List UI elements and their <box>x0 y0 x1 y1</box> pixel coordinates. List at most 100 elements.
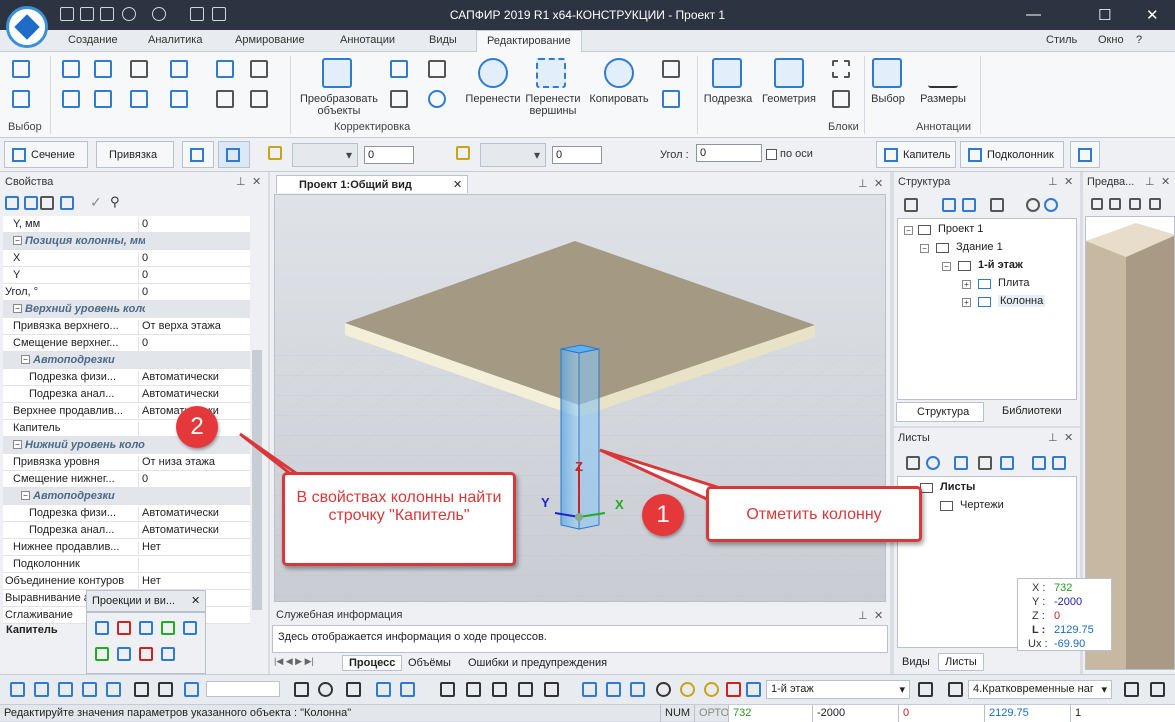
structure-export-icon[interactable] <box>990 198 1004 212</box>
geometry-button[interactable]: Геометрия <box>758 93 820 105</box>
tree-drawings[interactable]: Чертежи <box>960 499 1004 511</box>
section-button[interactable]: Сечение <box>4 141 88 168</box>
property-row[interactable]: Автоподрезки − <box>3 352 250 369</box>
view-1-icon[interactable] <box>440 682 455 697</box>
profile-icon[interactable] <box>390 90 408 108</box>
property-value[interactable]: Автоматически <box>138 507 219 522</box>
collapse-toggle[interactable]: − <box>13 304 22 313</box>
proj-back-icon[interactable] <box>139 621 153 635</box>
tab-editing[interactable]: Редактирование <box>476 30 582 52</box>
property-value[interactable]: Автоматически <box>138 388 219 403</box>
load-case-dropdown[interactable]: 4.Кратковременные наг ▾ <box>968 680 1112 699</box>
pencil-icon[interactable] <box>428 60 446 78</box>
proj-bottom-icon[interactable] <box>117 647 131 661</box>
maximize-button[interactable]: ☐ <box>1098 6 1111 24</box>
property-row[interactable]: Позиция колонны, мм − <box>3 233 250 250</box>
proj-section-icon[interactable] <box>139 647 153 661</box>
track-b-icon[interactable] <box>400 682 415 697</box>
property-row[interactable]: Подрезка анал... Автоматически <box>3 522 250 539</box>
style-menu[interactable]: Стиль <box>1046 34 1077 46</box>
sheets-refresh-icon[interactable] <box>926 456 940 470</box>
search-icon[interactable]: ⚲ <box>110 194 120 210</box>
view-4-icon[interactable] <box>518 682 533 697</box>
structure-add-icon[interactable] <box>942 198 956 212</box>
block-icon[interactable] <box>832 60 850 78</box>
view-pin-icon[interactable]: ⊥ <box>858 177 868 190</box>
snap-point-icon[interactable] <box>34 682 49 697</box>
align-icon[interactable] <box>94 90 112 108</box>
column-face-left[interactable] <box>560 348 580 530</box>
model-3-icon[interactable] <box>630 682 645 697</box>
info-tab-volumes[interactable]: Объёмы <box>404 656 455 670</box>
snap-grid-icon[interactable] <box>10 682 25 697</box>
property-row[interactable]: Автоподрезки − <box>3 488 250 505</box>
capital-button[interactable]: Капитель <box>876 141 956 168</box>
structure-sort-icon[interactable] <box>904 198 918 212</box>
property-value[interactable] <box>138 422 142 437</box>
select-icon[interactable] <box>872 58 902 88</box>
property-value[interactable]: 0 <box>138 252 148 267</box>
property-row[interactable]: Привязка верхнего... От верха этажа <box>3 318 250 335</box>
expand-icon[interactable] <box>40 196 54 210</box>
property-value[interactable]: Автоматически <box>138 371 219 386</box>
property-row[interactable]: Верхний уровень колонны− <box>3 301 250 318</box>
move-icon[interactable] <box>478 58 508 88</box>
snap-mid-icon[interactable] <box>58 682 73 697</box>
tab-annotations[interactable]: Аннотации <box>340 34 395 46</box>
tree-floor[interactable]: 1-й этаж <box>978 259 1023 271</box>
info-pin-icon[interactable]: ⊥ <box>858 609 868 622</box>
snap-toggle-a[interactable] <box>182 141 214 168</box>
dimensions-button[interactable]: Размеры <box>914 93 972 105</box>
snap-base-icon[interactable] <box>184 682 199 697</box>
clipboard-icon[interactable] <box>662 60 680 78</box>
property-row[interactable]: Y0 <box>3 267 250 284</box>
array-icon[interactable] <box>130 90 148 108</box>
load-number-icon[interactable] <box>948 682 963 697</box>
collapse-toggle[interactable]: − <box>13 440 22 449</box>
sheets-settings-icon[interactable] <box>906 456 920 470</box>
dimensions-icon[interactable] <box>928 58 958 88</box>
podrezka-button[interactable]: Подрезка <box>700 93 756 105</box>
property-value[interactable]: 0 <box>138 337 148 352</box>
property-value[interactable]: Автоматически <box>138 524 219 539</box>
tab-sheets-panel[interactable]: Листы <box>938 653 984 671</box>
scissors-icon[interactable] <box>250 60 268 78</box>
podkolonnik-button[interactable]: Подколонник <box>960 141 1064 168</box>
sheets-number-icon[interactable] <box>978 456 992 470</box>
info-close-icon[interactable]: ✕ <box>874 609 883 622</box>
close-button[interactable]: ✕ <box>1146 6 1159 24</box>
geometry-icon[interactable] <box>774 58 804 88</box>
property-value[interactable]: 0 <box>138 269 148 284</box>
window-menu[interactable]: Окно <box>1098 34 1124 46</box>
structure-save-icon[interactable] <box>962 198 976 212</box>
select-frame-icon[interactable] <box>12 60 30 78</box>
table-icon[interactable] <box>390 60 408 78</box>
snap-layer-icon[interactable] <box>158 682 173 697</box>
square-icon[interactable] <box>216 60 234 78</box>
model-1-icon[interactable] <box>582 682 597 697</box>
property-row[interactable]: Объединение контуров Нет <box>3 573 250 590</box>
mirror-icon[interactable] <box>170 90 188 108</box>
app-logo-icon[interactable] <box>6 6 48 48</box>
transform-icon[interactable] <box>322 58 352 88</box>
light-1-icon[interactable] <box>656 682 671 697</box>
view-close-icon[interactable]: ✕ <box>874 177 883 190</box>
property-row[interactable]: X0 <box>3 250 250 267</box>
snap-toggle-b[interactable] <box>218 141 250 168</box>
layer-icon[interactable] <box>268 146 282 160</box>
info-nav-arrows[interactable]: |◀ ◀ ▶ ▶| <box>274 656 314 667</box>
property-row[interactable]: Нижнее продавлив... Нет <box>3 539 250 556</box>
collapse-toggle[interactable]: − <box>21 491 30 500</box>
tree-building[interactable]: Здание 1 <box>956 241 1003 253</box>
info-tab-process[interactable]: Процесс <box>342 655 403 671</box>
property-row[interactable]: Подрезка анал... Автоматически <box>3 386 250 403</box>
property-row[interactable]: Смещение верхнег... 0 <box>3 335 250 352</box>
layers-icon[interactable] <box>918 682 933 697</box>
view-2-icon[interactable] <box>466 682 481 697</box>
tree-project[interactable]: Проект 1 <box>938 223 983 235</box>
property-value[interactable]: От верха этажа <box>138 320 221 335</box>
proj-front-icon[interactable] <box>117 621 131 635</box>
sheets-copy-icon[interactable] <box>1000 456 1014 470</box>
draw-line-icon[interactable] <box>294 682 309 697</box>
proj-iso-icon[interactable] <box>95 621 109 635</box>
